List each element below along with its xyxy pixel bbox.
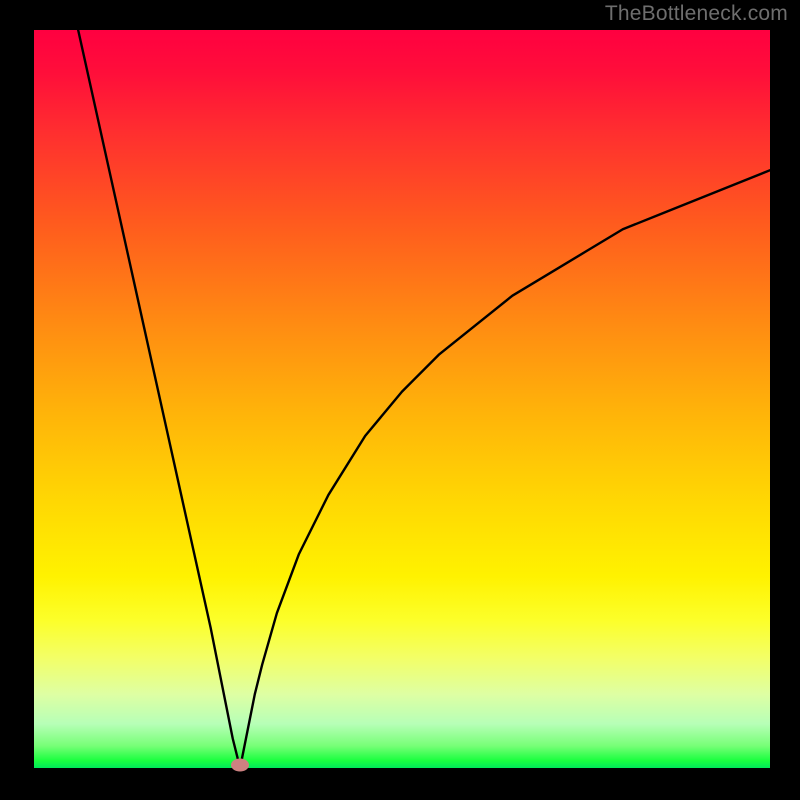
chart-container: TheBottleneck.com: [0, 0, 800, 800]
bottleneck-curve: [34, 30, 770, 768]
minimum-marker: [231, 759, 249, 772]
plot-area: [34, 30, 770, 768]
watermark-text: TheBottleneck.com: [605, 2, 788, 26]
